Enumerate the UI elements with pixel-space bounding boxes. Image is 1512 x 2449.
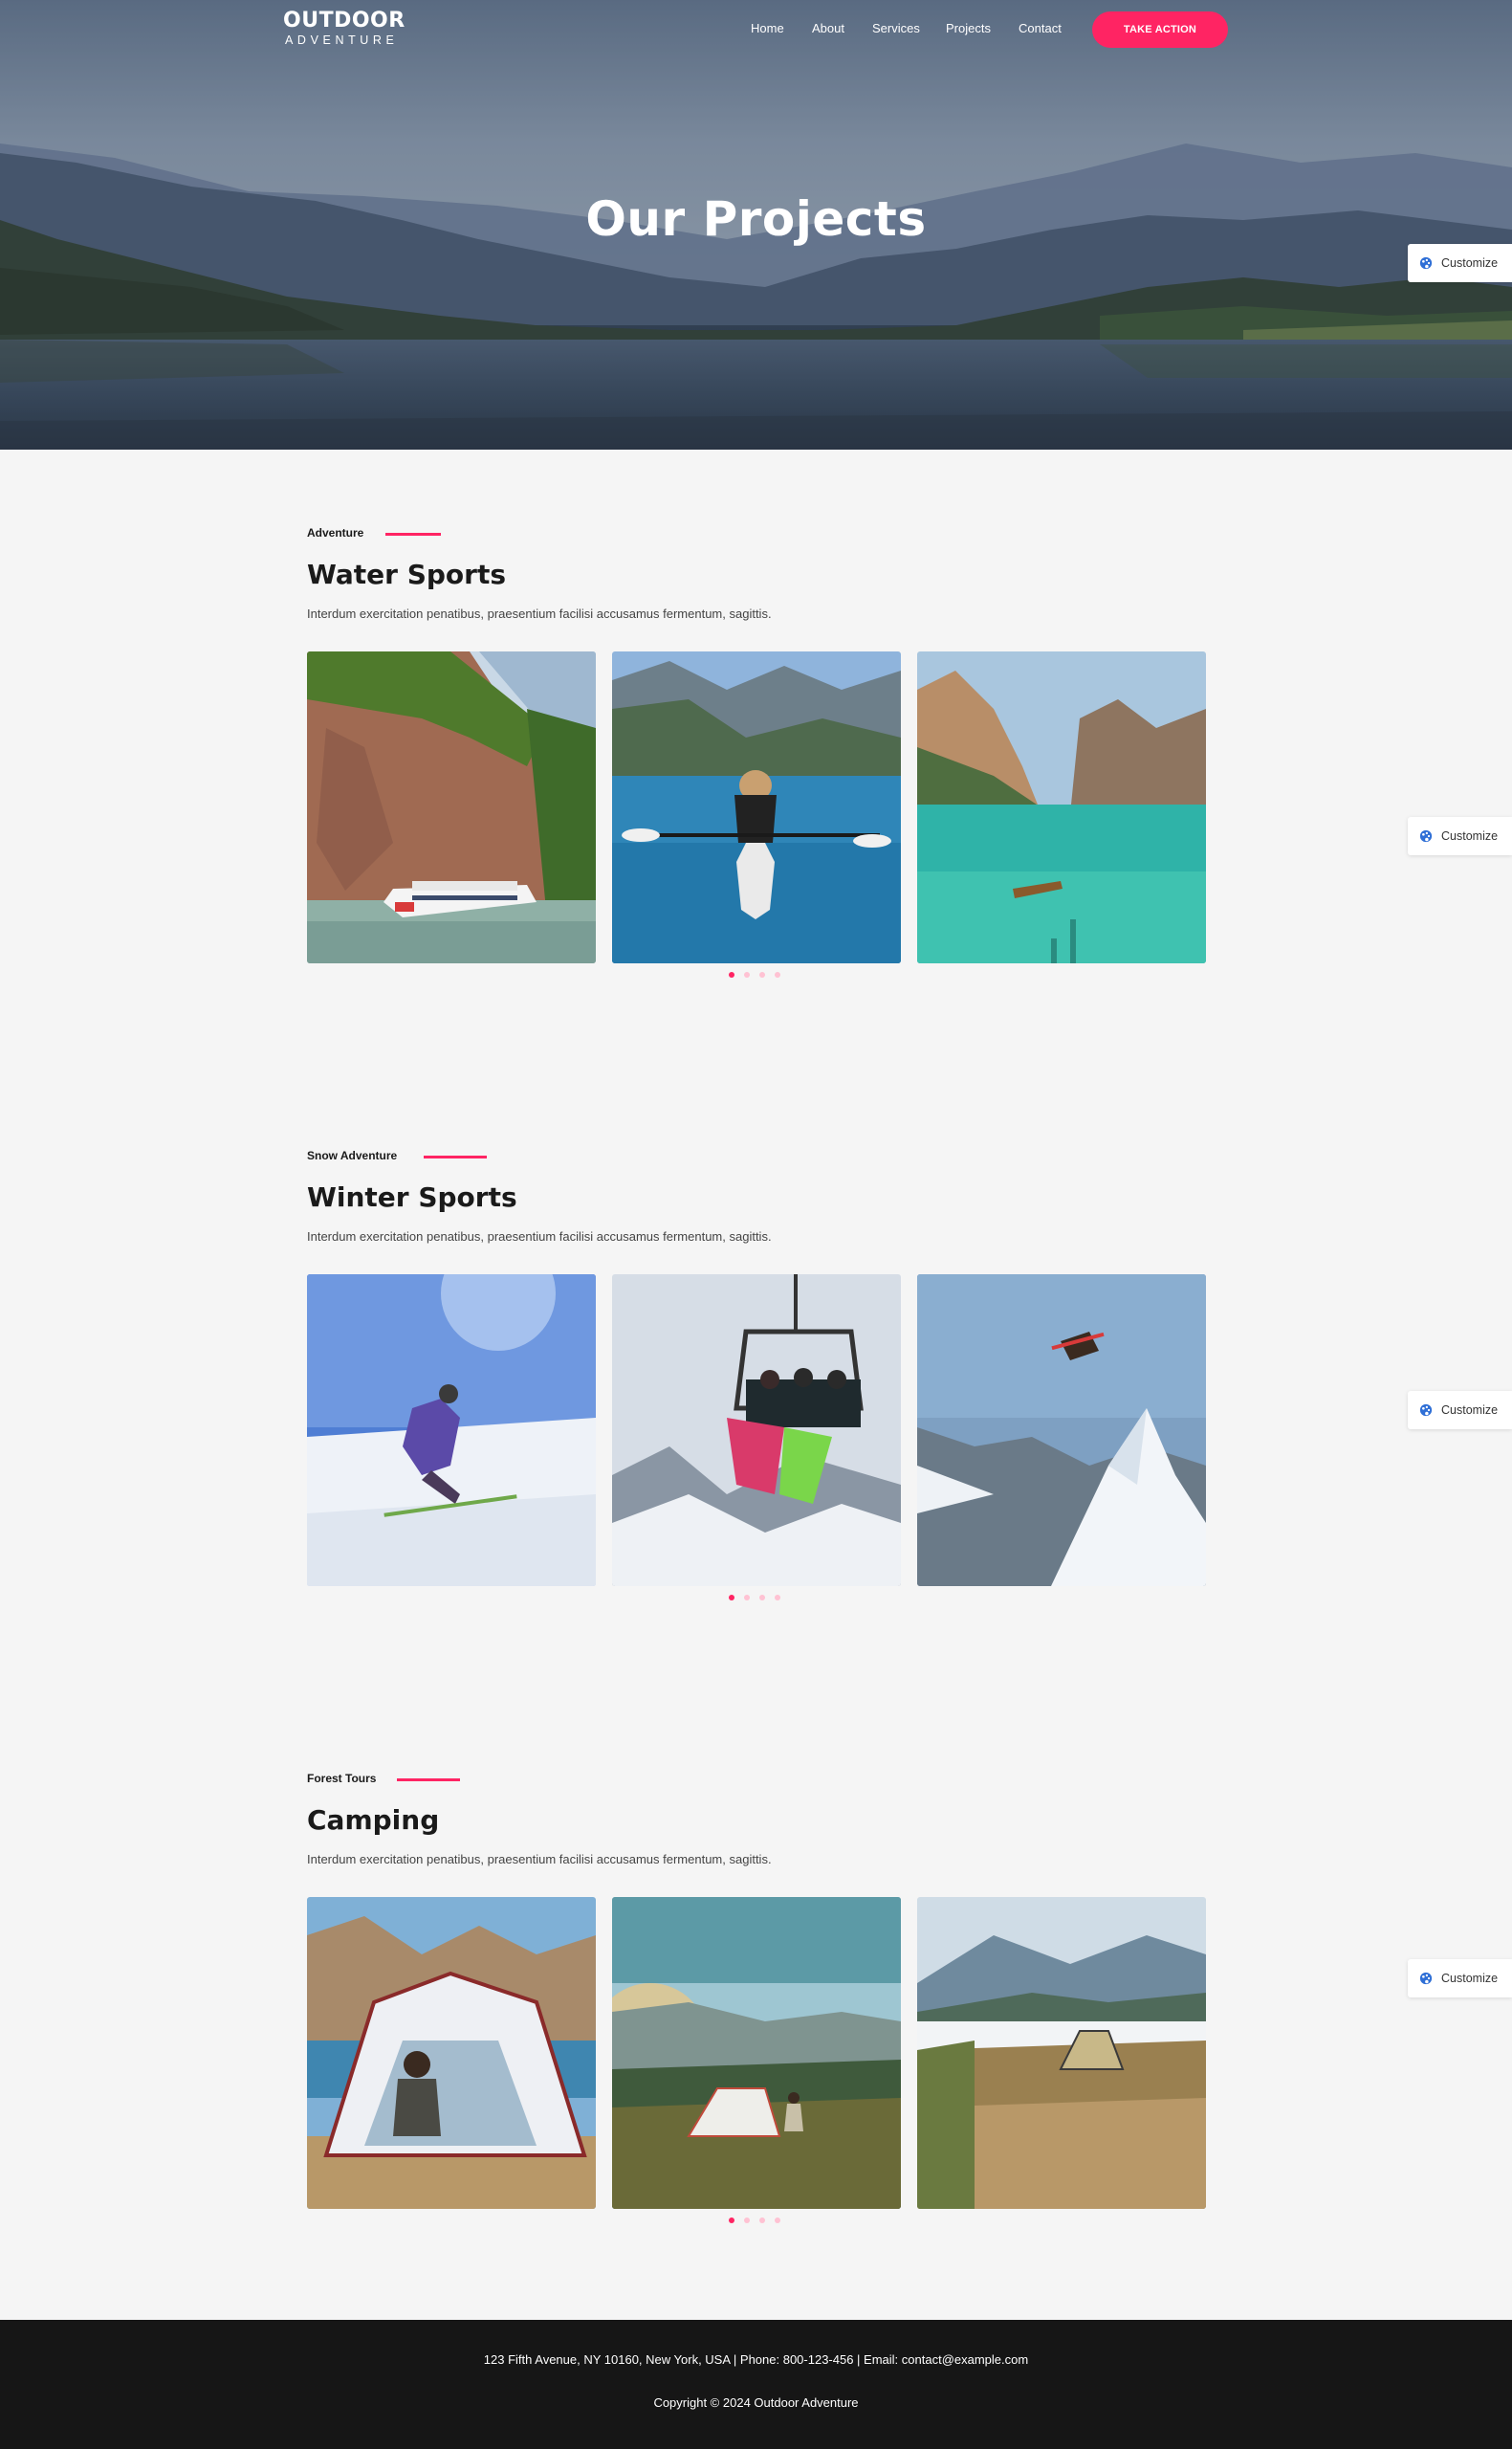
customize-label: Customize bbox=[1441, 1403, 1499, 1417]
customize-label: Customize bbox=[1441, 1972, 1499, 1985]
section-description: Interdum exercitation penatibus, praesen… bbox=[307, 1229, 772, 1244]
section-eyebrow: Forest Tours bbox=[307, 1772, 377, 1785]
carousel-dot[interactable] bbox=[759, 972, 765, 978]
customize-button[interactable]: Customize bbox=[1408, 817, 1512, 855]
palette-icon bbox=[1419, 256, 1433, 270]
footer-copyright: Copyright © 2024 Outdoor Adventure bbox=[653, 2395, 859, 2410]
site-footer: 123 Fifth Avenue, NY 10160, New York, US… bbox=[0, 2320, 1512, 2449]
carousel-dot[interactable] bbox=[759, 2217, 765, 2223]
project-image-lake-boat[interactable] bbox=[917, 651, 1206, 963]
palette-icon bbox=[1419, 1972, 1433, 1985]
customize-button[interactable]: Customize bbox=[1408, 1391, 1512, 1429]
customize-label: Customize bbox=[1441, 829, 1499, 843]
eyebrow-divider bbox=[385, 533, 441, 536]
palette-icon bbox=[1419, 1403, 1433, 1417]
customize-button[interactable]: Customize bbox=[1408, 244, 1512, 282]
carousel-pagination bbox=[729, 1595, 790, 1600]
carousel-dot[interactable] bbox=[775, 972, 780, 978]
project-image-tent-lake[interactable] bbox=[307, 1897, 596, 2209]
footer-contact-info: 123 Fifth Avenue, NY 10160, New York, US… bbox=[483, 2352, 1029, 2367]
logo-name: OUTDOOR bbox=[283, 9, 405, 33]
carousel-dot[interactable] bbox=[744, 2217, 750, 2223]
section-title: Water Sports bbox=[307, 559, 507, 590]
project-image-kayak[interactable] bbox=[612, 651, 901, 963]
carousel-dot[interactable] bbox=[729, 972, 734, 978]
carousel-dot[interactable] bbox=[744, 1595, 750, 1600]
section-title: Winter Sports bbox=[307, 1181, 517, 1213]
nav-item-about[interactable]: About bbox=[812, 21, 844, 35]
customize-label: Customize bbox=[1441, 256, 1499, 270]
nav-item-projects[interactable]: Projects bbox=[946, 21, 991, 35]
section-eyebrow: Snow Adventure bbox=[307, 1149, 398, 1162]
customize-button[interactable]: Customize bbox=[1408, 1959, 1512, 1997]
carousel-dot[interactable] bbox=[775, 2217, 780, 2223]
section-description: Interdum exercitation penatibus, praesen… bbox=[307, 1852, 772, 1866]
carousel-dot[interactable] bbox=[729, 2217, 734, 2223]
project-image-skier[interactable] bbox=[307, 1274, 596, 1586]
carousel-dot[interactable] bbox=[775, 1595, 780, 1600]
section-eyebrow: Adventure bbox=[307, 526, 364, 540]
project-image-cliff-boat[interactable] bbox=[307, 651, 596, 963]
section-title: Camping bbox=[307, 1804, 440, 1836]
project-image-snowboard-jump[interactable] bbox=[917, 1274, 1206, 1586]
carousel-dot[interactable] bbox=[759, 1595, 765, 1600]
project-image-tent-clouds[interactable] bbox=[917, 1897, 1206, 2209]
palette-icon bbox=[1419, 829, 1433, 843]
page-title: Our Projects bbox=[585, 191, 927, 247]
nav-item-contact[interactable]: Contact bbox=[1019, 21, 1062, 35]
project-image-tent-sunset[interactable] bbox=[612, 1897, 901, 2209]
carousel-dot[interactable] bbox=[729, 1595, 734, 1600]
eyebrow-divider bbox=[397, 1778, 460, 1781]
top-navigation: OUTDOOR ADVENTURE Home About Services Pr… bbox=[0, 0, 1512, 59]
eyebrow-divider bbox=[424, 1156, 487, 1158]
carousel-pagination bbox=[729, 972, 790, 978]
nav-item-home[interactable]: Home bbox=[751, 21, 784, 35]
carousel-dot[interactable] bbox=[744, 972, 750, 978]
nav-item-services[interactable]: Services bbox=[872, 21, 920, 35]
carousel-pagination bbox=[729, 2217, 790, 2223]
project-image-chairlift[interactable] bbox=[612, 1274, 901, 1586]
logo-tagline: ADVENTURE bbox=[285, 33, 399, 47]
section-description: Interdum exercitation penatibus, praesen… bbox=[307, 607, 772, 621]
take-action-button[interactable]: TAKE ACTION bbox=[1092, 11, 1228, 48]
hero-banner: OUTDOOR ADVENTURE Home About Services Pr… bbox=[0, 0, 1512, 450]
site-logo[interactable]: OUTDOOR ADVENTURE bbox=[283, 10, 405, 48]
